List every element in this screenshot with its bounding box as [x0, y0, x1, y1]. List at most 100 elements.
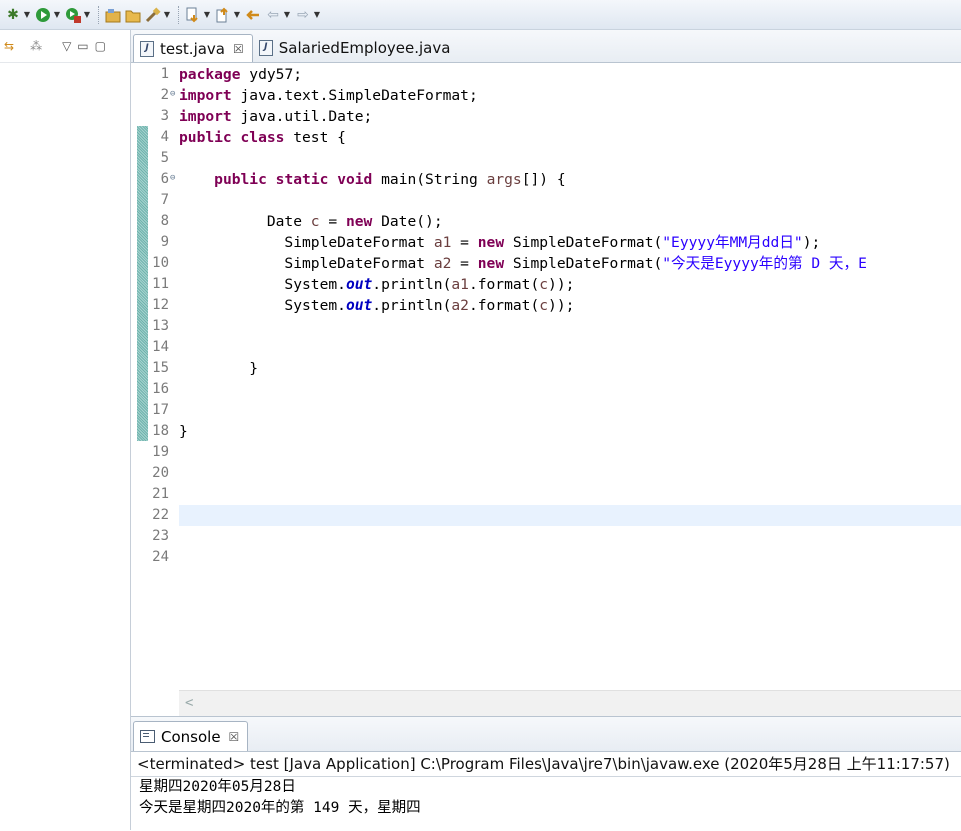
- chevron-down-icon[interactable]: ▼: [202, 6, 212, 24]
- code-token: a2: [451, 297, 469, 314]
- code-token: }: [179, 423, 188, 440]
- link-editor-icon[interactable]: ⇆: [4, 39, 14, 53]
- code-token: import: [179, 87, 232, 104]
- new-java-project-icon: [104, 6, 122, 24]
- fold-collapse-icon[interactable]: ⊖: [170, 85, 175, 106]
- view-menu-icon[interactable]: ▽: [62, 39, 71, 53]
- code-token: package: [179, 66, 241, 83]
- console-output[interactable]: 星期四2020年05月28日 今天是星期四2020年的第 149 天，星期四: [131, 777, 961, 819]
- filter-icon[interactable]: ⁂: [30, 39, 42, 53]
- code-line[interactable]: Date c = new Date();: [179, 211, 443, 232]
- debug-icon: ✱: [7, 6, 19, 23]
- line-number: 23: [152, 528, 169, 544]
- debug-button[interactable]: ✱ ▼: [4, 4, 32, 26]
- external-tools-button[interactable]: ▼: [64, 4, 92, 26]
- chevron-down-icon[interactable]: ▼: [22, 6, 32, 24]
- maximize-icon[interactable]: ▢: [95, 39, 106, 53]
- run-icon: [34, 6, 52, 24]
- java-file-icon: J: [258, 40, 273, 56]
- back-icon: ⇦: [267, 6, 279, 23]
- chevron-down-icon[interactable]: ▼: [282, 6, 292, 24]
- line-number: 8: [160, 213, 169, 229]
- prev-annotation-button[interactable]: ▼: [214, 4, 242, 26]
- code-token: java.text.SimpleDateFormat;: [231, 87, 478, 104]
- code-token: public: [179, 129, 232, 146]
- next-annotation-icon: [184, 6, 202, 24]
- code-line[interactable]: SimpleDateFormat a1 = new SimpleDateForm…: [179, 232, 820, 253]
- code-token: );: [802, 234, 821, 251]
- code-line[interactable]: public class test {: [179, 127, 346, 148]
- forward-icon: ⇨: [297, 6, 309, 23]
- chevron-down-icon[interactable]: ▼: [52, 6, 62, 24]
- code-token: a1: [433, 234, 452, 251]
- code-line[interactable]: import java.util.Date;: [179, 106, 372, 127]
- code-token: "今天是Eyyyy年的第 D 天，E: [662, 255, 867, 272]
- tab-console[interactable]: Console ☒: [133, 721, 249, 751]
- code-token: a1: [451, 276, 469, 293]
- code-editor: J test.java ☒ J SalariedEmployee.java 1 2…: [131, 30, 961, 716]
- close-icon[interactable]: ☒: [233, 42, 244, 56]
- open-folder-button[interactable]: [124, 4, 142, 26]
- tab-label: test.java: [160, 39, 226, 58]
- code-token: SimpleDateFormat: [179, 255, 434, 272]
- console-tab-label: Console: [161, 727, 221, 746]
- code-line[interactable]: System.out.println(a1.format(c));: [179, 274, 574, 295]
- back-button[interactable]: ⇦ ▼: [264, 4, 292, 26]
- code-token: c: [539, 276, 549, 293]
- code-token: import: [179, 108, 232, 125]
- java-file-icon: J: [140, 40, 154, 57]
- forward-button[interactable]: ⇨ ▼: [294, 4, 322, 26]
- console-view: Console ☒ <terminated> test [Java Applic…: [131, 716, 961, 831]
- prev-annotation-icon: [214, 6, 232, 24]
- build-icon: [144, 6, 162, 24]
- build-button[interactable]: ▼: [144, 4, 172, 26]
- code-text[interactable]: package ydy57; import java.text.SimpleDat…: [179, 62, 961, 690]
- code-token: void: [337, 171, 373, 188]
- code-token: =: [451, 234, 478, 251]
- code-token: SimpleDateFormat: [179, 234, 434, 251]
- chevron-down-icon[interactable]: ▼: [312, 6, 322, 24]
- code-line[interactable]: }: [179, 421, 188, 442]
- line-number: 5: [160, 150, 169, 166]
- next-annotation-button[interactable]: ▼: [184, 4, 212, 26]
- code-token: new: [345, 213, 373, 230]
- last-edit-button[interactable]: [244, 4, 262, 26]
- tab-salaried-employee-java[interactable]: J SalariedEmployee.java: [253, 34, 459, 62]
- code-line[interactable]: }: [179, 358, 258, 379]
- chevron-down-icon[interactable]: ▼: [82, 6, 92, 24]
- line-number: 10: [152, 255, 169, 271]
- new-java-project-button[interactable]: [104, 4, 122, 26]
- code-line[interactable]: import java.text.SimpleDateFormat;: [179, 85, 478, 106]
- console-status: <terminated> test [Java Application] C:\…: [131, 752, 961, 777]
- run-button[interactable]: ▼: [34, 4, 62, 26]
- code-line[interactable]: SimpleDateFormat a2 = new SimpleDateForm…: [179, 253, 867, 274]
- toolbar-separator: [98, 5, 100, 24]
- code-token: =: [451, 255, 478, 272]
- open-folder-icon: [124, 6, 142, 24]
- scroll-left-icon[interactable]: <: [185, 695, 193, 711]
- code-line[interactable]: public static void main(String args[]) {: [179, 169, 566, 190]
- external-tools-icon: [64, 6, 82, 24]
- code-token: ));: [548, 276, 575, 293]
- chevron-down-icon[interactable]: ▼: [162, 6, 172, 24]
- minimize-icon[interactable]: ▭: [77, 39, 88, 53]
- code-line[interactable]: System.out.println(a2.format(c));: [179, 295, 574, 316]
- code-area[interactable]: 1 2 ⊖ 3 4 5 6 ⊖ 7 8 9 10 11 12 13 14 15 16 17 18 19 20 21 22 23 2…: [131, 62, 961, 716]
- code-token: main(String: [372, 171, 487, 188]
- horizontal-scrollbar[interactable]: <: [179, 690, 961, 716]
- line-number: 15: [152, 360, 169, 376]
- line-number: 13: [152, 318, 169, 334]
- chevron-down-icon[interactable]: ▼: [232, 6, 242, 24]
- console-icon: [140, 730, 155, 743]
- fold-collapse-icon[interactable]: ⊖: [170, 169, 175, 190]
- code-line[interactable]: package ydy57;: [179, 64, 302, 85]
- line-number: 7: [160, 192, 169, 208]
- code-token: Date();: [372, 213, 443, 230]
- line-number: 1: [160, 66, 169, 82]
- line-number: 24: [152, 549, 169, 565]
- tab-test-java[interactable]: J test.java ☒: [133, 34, 253, 62]
- package-explorer-toolbar: ⇆ ⁂ ▽ ▭ ▢: [0, 30, 130, 63]
- code-token: c: [310, 213, 320, 230]
- close-icon[interactable]: ☒: [229, 730, 240, 744]
